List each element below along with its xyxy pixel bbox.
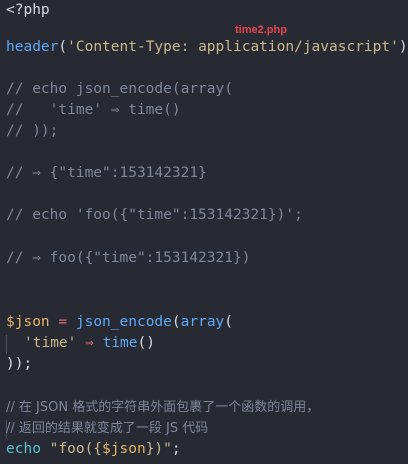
close-paren: ); (398, 39, 408, 55)
foo-string-end: })" (145, 441, 172, 457)
assign-operator: = (49, 314, 76, 330)
content-type-string: 'Content-Type: application/javascript' (67, 39, 399, 55)
code-line-json-assign: $json = json_encode(array( (6, 312, 233, 333)
comment-line: // 'time' ⇒ time() (6, 102, 181, 118)
code-line-header: header('Content-Type: application/javasc… (6, 37, 408, 58)
semicolon: ; (171, 441, 181, 457)
code-line-echo: echo "foo({$json})"; (6, 439, 181, 460)
code-line-array-entry: 'time' ⇒ time() (24, 333, 155, 354)
filename-label: time2.php (235, 24, 287, 36)
comment-line-chinese: // 在 JSON 格式的字符串外面包裹了一个函数的调用， (6, 400, 320, 415)
comment-line: // echo 'foo({"time":153142321})'; (6, 207, 303, 223)
comment-line: // ⇒ foo({"time":153142321}) (6, 250, 251, 266)
php-open-tag: <?php (6, 2, 50, 18)
parens: () (137, 335, 155, 351)
open-paren: ( (224, 314, 234, 330)
comment-line: // ⇒ {"time":153142321} (6, 165, 207, 181)
indent-guide (6, 335, 7, 354)
code-editor[interactable]: <?php time2.php header('Content-Type: ap… (0, 0, 408, 464)
json-variable: $json (102, 441, 146, 457)
time-function: time (102, 335, 138, 351)
open-paren: ( (171, 314, 181, 330)
comment-line: // echo json_encode(array( (6, 81, 233, 97)
code-line-close: )); (6, 356, 33, 372)
double-arrow-operator: ⇒ (85, 335, 94, 351)
echo-keyword: echo (6, 441, 41, 457)
array-function: array (180, 314, 225, 330)
time-key-string: 'time' (24, 335, 77, 351)
json-encode-function: json_encode (75, 314, 172, 330)
header-function: header (6, 39, 59, 55)
foo-string-start: "foo({ (49, 441, 103, 457)
code-line-1: <?php (6, 0, 50, 21)
json-variable: $json (6, 314, 50, 330)
comment-line-chinese: // 返回的结果就变成了一段 JS 代码 (6, 421, 209, 436)
open-paren: ( (58, 39, 68, 55)
comment-line: // )); (6, 123, 59, 139)
